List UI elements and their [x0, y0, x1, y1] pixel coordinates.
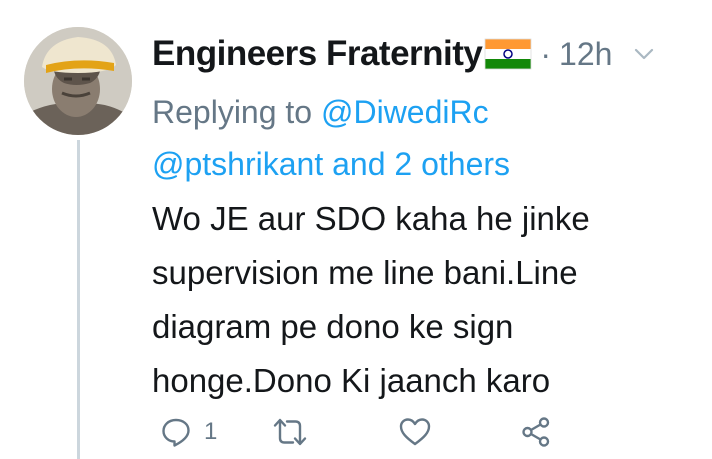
retweet-icon: [273, 418, 307, 446]
share-icon: [522, 417, 550, 447]
tweet-body: Wo JE aur SDO kaha he jinke supervision …: [152, 192, 692, 408]
replying-to: Replying to @DiwediRc @ptshrikant and 2 …: [152, 86, 692, 190]
retweet-button[interactable]: [272, 412, 308, 452]
tweet-text-line: supervision me line bani.Line: [152, 254, 578, 291]
tweet-text-line: honge.Dono Ki jaanch karo: [152, 362, 551, 399]
share-button[interactable]: [520, 412, 552, 452]
avatar[interactable]: [24, 27, 132, 135]
mention-link-others[interactable]: @ptshrikant and 2 others: [152, 146, 510, 182]
chevron-down-icon[interactable]: [632, 42, 656, 66]
author-name[interactable]: Engineers Fraternity: [152, 34, 483, 74]
tweet-text-line: Wo JE aur SDO kaha he jinke: [152, 200, 590, 237]
replying-to-label: Replying to: [152, 94, 321, 130]
mention-link[interactable]: @DiwediRc: [321, 94, 489, 130]
like-button[interactable]: [398, 412, 432, 452]
tweet-header: Engineers Fraternity · 12h: [152, 30, 692, 78]
separator-dot: ·: [540, 35, 552, 72]
reply-button[interactable]: 1: [160, 412, 217, 452]
reply-count: 1: [204, 418, 218, 445]
india-flag-icon: [484, 37, 532, 71]
thread-line: [77, 140, 80, 459]
timestamp[interactable]: 12h: [559, 36, 612, 73]
avatar-image: [24, 27, 132, 135]
tweet-text-line: diagram pe dono ke sign: [152, 308, 514, 345]
reply-icon: [162, 418, 190, 447]
like-icon: [399, 418, 431, 446]
action-bar: 1: [152, 412, 572, 456]
